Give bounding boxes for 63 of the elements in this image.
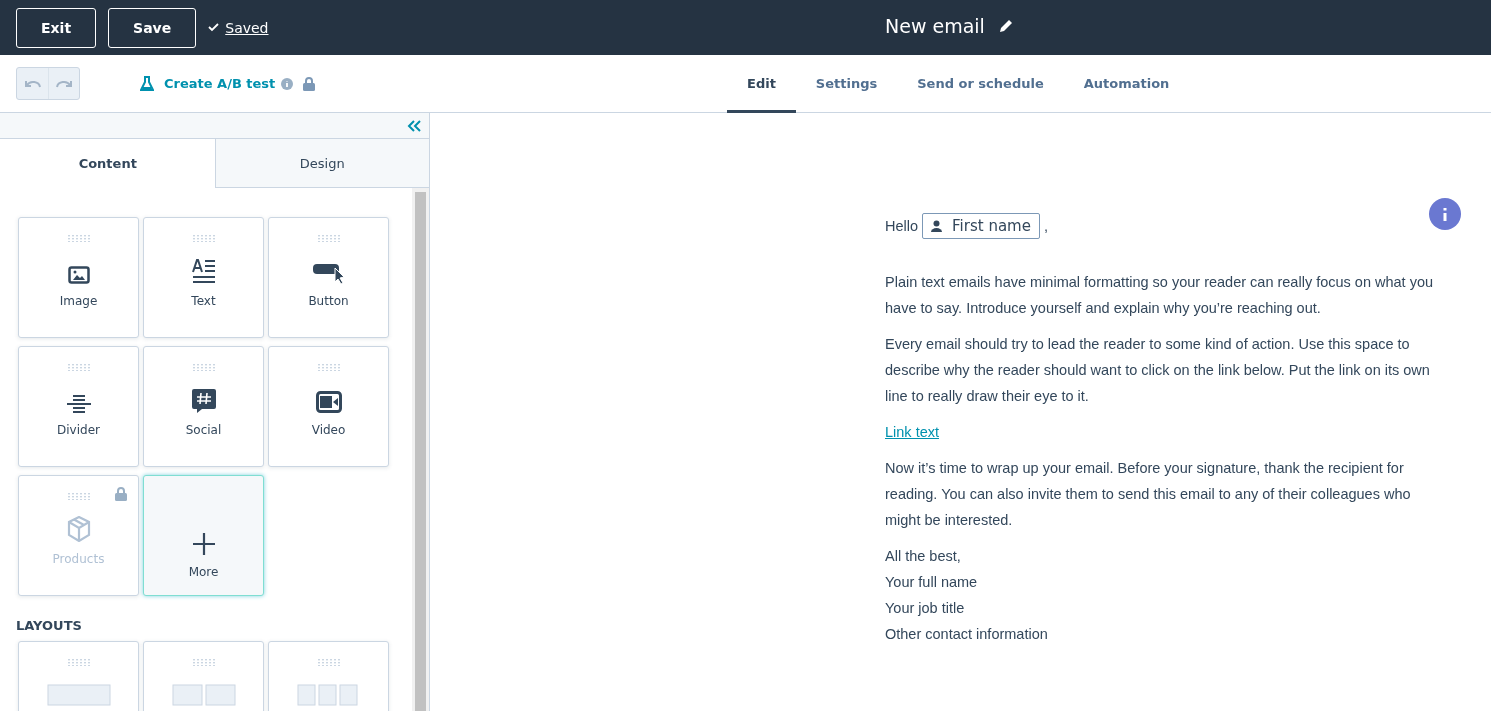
flask-icon [140,76,154,91]
drag-handle-icon[interactable] [316,235,341,242]
info-icon[interactable] [281,77,294,90]
signature-line: Your full name [885,573,979,592]
drag-handle-icon[interactable] [66,364,91,371]
layouts-heading: LAYOUTS [16,618,83,633]
save-button[interactable]: Save [108,7,197,48]
check-icon [208,23,220,32]
saved-status-link[interactable]: Saved [225,19,269,36]
columns-icon [171,684,236,706]
undo-icon [24,78,41,89]
editor-tab[interactable]: Edit [727,56,796,113]
editor-tab[interactable]: Send or schedule [897,56,1064,113]
text-icon [191,258,216,284]
body-paragraph: Now it’s time to wrap up your email. Before your signature, thank the recipient for reading. You can also invite them to send this email to any of their colleagues who might be interested. [885,459,1412,530]
editor-tab[interactable]: Automation [1063,56,1190,113]
lock-icon [303,76,316,91]
plus-icon [192,533,215,555]
cursor-button-icon [312,262,345,284]
module-tile[interactable]: Video [268,346,389,467]
redo-icon [56,78,72,89]
greeting-text: Hello [885,218,919,234]
lock-icon [115,487,127,501]
module-tile[interactable]: Social [143,346,264,467]
drag-handle-icon[interactable] [316,364,341,371]
divider-icon [66,395,91,413]
body-paragraph: Plain text emails have minimal formatting so your reader can really focus on what you have to say. Introduce yourself and explain why you’re reaching out. [885,273,1435,318]
module-tile[interactable]: Image [18,217,139,338]
video-camera-icon [315,391,342,413]
first-name-token[interactable]: First name [922,213,1040,239]
image-icon [67,266,90,284]
scrollbar[interactable] [412,188,429,711]
hashtag-bubble-icon [191,389,216,413]
module-tile[interactable]: Button [268,217,389,338]
drag-handle-icon[interactable] [66,493,91,500]
module-tile[interactable]: Text [143,217,264,338]
columns-icon [296,684,361,706]
box-icon [66,516,91,542]
exit-button[interactable]: Exit [16,7,97,48]
collapse-icon[interactable] [407,119,421,132]
signature-line: Other contact information [885,625,1049,644]
module-tile[interactable]: Divider [18,346,139,467]
signature-line: Your job title [885,599,966,618]
sidebar-tab[interactable]: Design [214,139,429,188]
columns-icon [46,684,111,706]
drag-handle-icon[interactable] [66,235,91,242]
create-ab-test-link[interactable]: Create A/B test [164,76,276,91]
info-button[interactable] [1429,198,1461,230]
drag-handle-icon[interactable] [191,364,216,371]
body-paragraph: Every email should try to lead the reader to some kind of action. Use this space to describe why the reader should want to click on the link below. Put the link on its own line to really draw their eye to it. [885,335,1431,406]
pencil-icon[interactable] [998,19,1013,33]
comma-text: , [1043,218,1048,234]
drag-handle-icon[interactable] [191,235,216,242]
editor-tab[interactable]: Settings [795,56,898,113]
module-tile[interactable]: More [143,475,264,596]
signature-line: All the best, [885,547,962,566]
person-icon [931,220,943,232]
drag-handle-icon[interactable] [316,659,341,666]
email-title: New email [885,15,985,37]
body-link[interactable]: Link text [885,419,1435,445]
drag-handle-icon[interactable] [191,659,216,666]
drag-handle-icon[interactable] [66,659,91,666]
info-icon [1443,207,1447,221]
